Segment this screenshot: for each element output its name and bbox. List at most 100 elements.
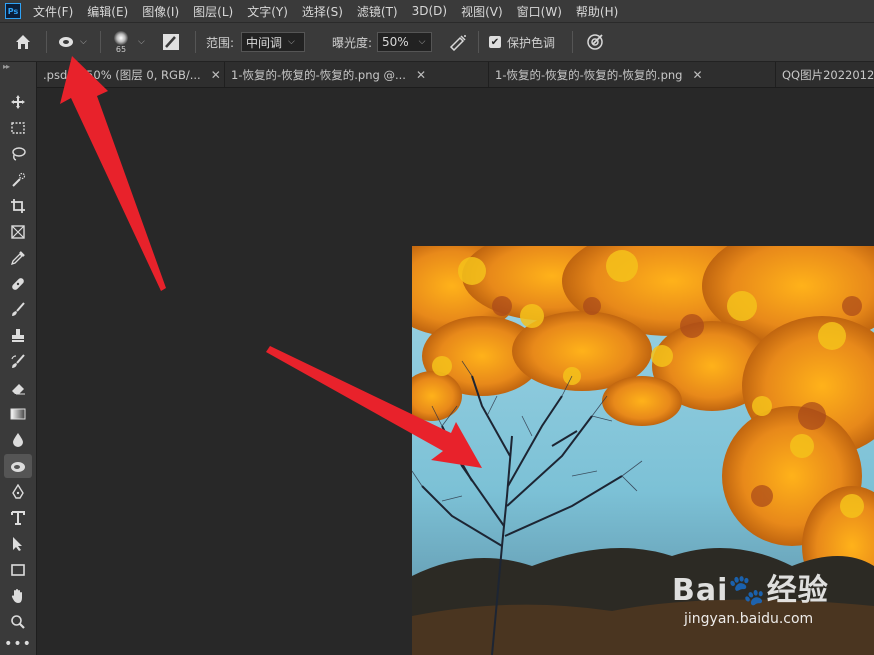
range-dropdown[interactable]: 中间调 ⌵ — [241, 32, 305, 52]
path-select-tool[interactable] — [4, 532, 32, 556]
gradient-tool[interactable] — [4, 402, 32, 426]
sponge-tool[interactable] — [4, 454, 32, 478]
marquee-icon — [11, 122, 25, 134]
pen-icon — [12, 484, 24, 499]
tab-label: QQ图片2022012 — [782, 67, 874, 82]
menu-image[interactable]: 图像(I) — [142, 3, 179, 20]
soft-brush-icon — [114, 30, 128, 45]
tab-label: .psd @ 50% (图层 0, RGB/... — [43, 67, 201, 82]
airbrush-icon — [449, 35, 466, 51]
menu-view[interactable]: 视图(V) — [461, 3, 503, 20]
frame-tool[interactable] — [4, 220, 32, 244]
menu-help[interactable]: 帮助(H) — [576, 3, 618, 20]
tab-document-4[interactable]: QQ图片2022012 — [776, 62, 874, 87]
separator — [572, 31, 573, 53]
eraser-icon — [12, 384, 25, 395]
protect-tones-label: 保护色调 — [507, 35, 556, 50]
close-icon[interactable]: ✕ — [211, 68, 221, 82]
healing-icon — [12, 278, 24, 290]
separator — [46, 31, 47, 53]
eyedropper-tool[interactable] — [4, 246, 32, 270]
range-label: 范围: — [206, 35, 235, 50]
frame-icon — [11, 225, 25, 239]
move-icon — [11, 95, 25, 109]
chevron-down-icon: ⌵ — [80, 37, 87, 47]
watermark-url: jingyan.baidu.com — [684, 611, 814, 627]
brush-preset-picker[interactable]: 65 ⌵ — [110, 23, 145, 61]
menu-select[interactable]: 选择(S) — [302, 3, 343, 20]
marquee-tool[interactable] — [4, 116, 32, 140]
tab-document-3[interactable]: 1-恢复的-恢复的-恢复的-恢复的.png ✕ — [489, 62, 776, 87]
separator — [100, 31, 101, 53]
menu-type[interactable]: 文字(Y) — [247, 3, 288, 20]
menu-file[interactable]: 文件(F) — [33, 3, 73, 20]
chevron-down-icon: ⌵ — [288, 37, 295, 47]
close-icon[interactable]: ✕ — [416, 68, 426, 82]
sponge-icon — [11, 462, 25, 472]
blur-icon — [13, 433, 23, 447]
gradient-icon — [10, 408, 26, 420]
type-tool[interactable] — [4, 506, 32, 530]
exposure-field[interactable]: 50% ⌵ — [377, 32, 432, 52]
menu-filter[interactable]: 滤镜(T) — [357, 3, 398, 20]
zoom-icon — [11, 615, 25, 629]
menu-layer[interactable]: 图层(L) — [193, 3, 233, 20]
panel-collapse-icon[interactable]: ▸▸ — [0, 62, 37, 72]
menu-3d[interactable]: 3D(D) — [412, 4, 447, 18]
tab-label: 1-恢复的-恢复的-恢复的-恢复的.png — [495, 67, 683, 82]
history-brush-tool[interactable] — [4, 350, 32, 374]
tool-preset-picker[interactable]: ⌵ — [58, 23, 87, 61]
airbrush-toggle[interactable] — [448, 23, 468, 61]
tools-panel: ▸▸ ••• — [0, 62, 37, 655]
home-button[interactable] — [14, 23, 32, 61]
rectangle-icon — [11, 564, 25, 576]
app-logo: Ps — [5, 3, 21, 19]
brush-tool[interactable] — [4, 298, 32, 322]
move-tool[interactable] — [4, 90, 32, 114]
crop-tool[interactable] — [4, 194, 32, 218]
brush-settings-icon — [163, 34, 179, 50]
lasso-icon — [12, 147, 26, 161]
separator — [478, 31, 479, 53]
document-tabs: .psd @ 50% (图层 0, RGB/... ✕ 1-恢复的-恢复的-恢复… — [37, 62, 874, 88]
blur-tool[interactable] — [4, 428, 32, 452]
baidu-watermark: Bai🐾经验 jingyan.baidu.com — [672, 565, 829, 627]
brush-settings-button[interactable] — [162, 23, 180, 61]
hand-tool[interactable] — [4, 584, 32, 608]
menu-edit[interactable]: 编辑(E) — [87, 3, 128, 20]
rectangle-tool[interactable] — [4, 558, 32, 582]
home-icon — [16, 35, 30, 49]
separator — [195, 31, 196, 53]
stamp-tool[interactable] — [4, 324, 32, 348]
exposure-value: 50% — [382, 35, 409, 49]
path-select-icon — [13, 537, 22, 551]
exposure-label: 曝光度: — [332, 35, 373, 50]
brush-icon — [12, 302, 25, 316]
zoom-tool[interactable] — [4, 610, 32, 634]
healing-tool[interactable] — [4, 272, 32, 296]
watermark-logo: Bai🐾经验 — [672, 573, 829, 608]
hand-icon — [11, 589, 22, 603]
tab-document-2[interactable]: 1-恢复的-恢复的-恢复的.png @... ✕ — [225, 62, 489, 87]
pen-tool[interactable] — [4, 480, 32, 504]
range-value: 中间调 — [246, 35, 283, 50]
stamp-icon — [12, 329, 24, 342]
pressure-button[interactable] — [585, 23, 605, 61]
tab-document-1[interactable]: .psd @ 50% (图层 0, RGB/... ✕ — [37, 62, 225, 87]
crop-icon — [11, 199, 25, 213]
chevron-down-icon: ⌵ — [418, 37, 426, 47]
more-icon: ••• — [4, 636, 32, 652]
chevron-down-icon: ⌵ — [138, 37, 145, 47]
eyedropper-icon — [10, 251, 25, 266]
pressure-icon — [587, 34, 603, 50]
menu-window[interactable]: 窗口(W) — [517, 3, 562, 20]
protect-tones-option[interactable]: ✔ 保护色调 — [489, 23, 555, 61]
quick-select-tool[interactable] — [4, 168, 32, 192]
options-bar: ⌵ 65 ⌵ 范围: 中间调 ⌵ 曝光度: 50% ⌵ ✔ 保护色调 — [0, 22, 874, 62]
more-tools-button[interactable]: ••• — [4, 636, 32, 652]
close-icon[interactable]: ✕ — [692, 68, 702, 82]
lasso-tool[interactable] — [4, 142, 32, 166]
eraser-tool[interactable] — [4, 376, 32, 400]
protect-tones-checkbox[interactable]: ✔ — [489, 36, 501, 48]
type-icon — [11, 511, 25, 525]
